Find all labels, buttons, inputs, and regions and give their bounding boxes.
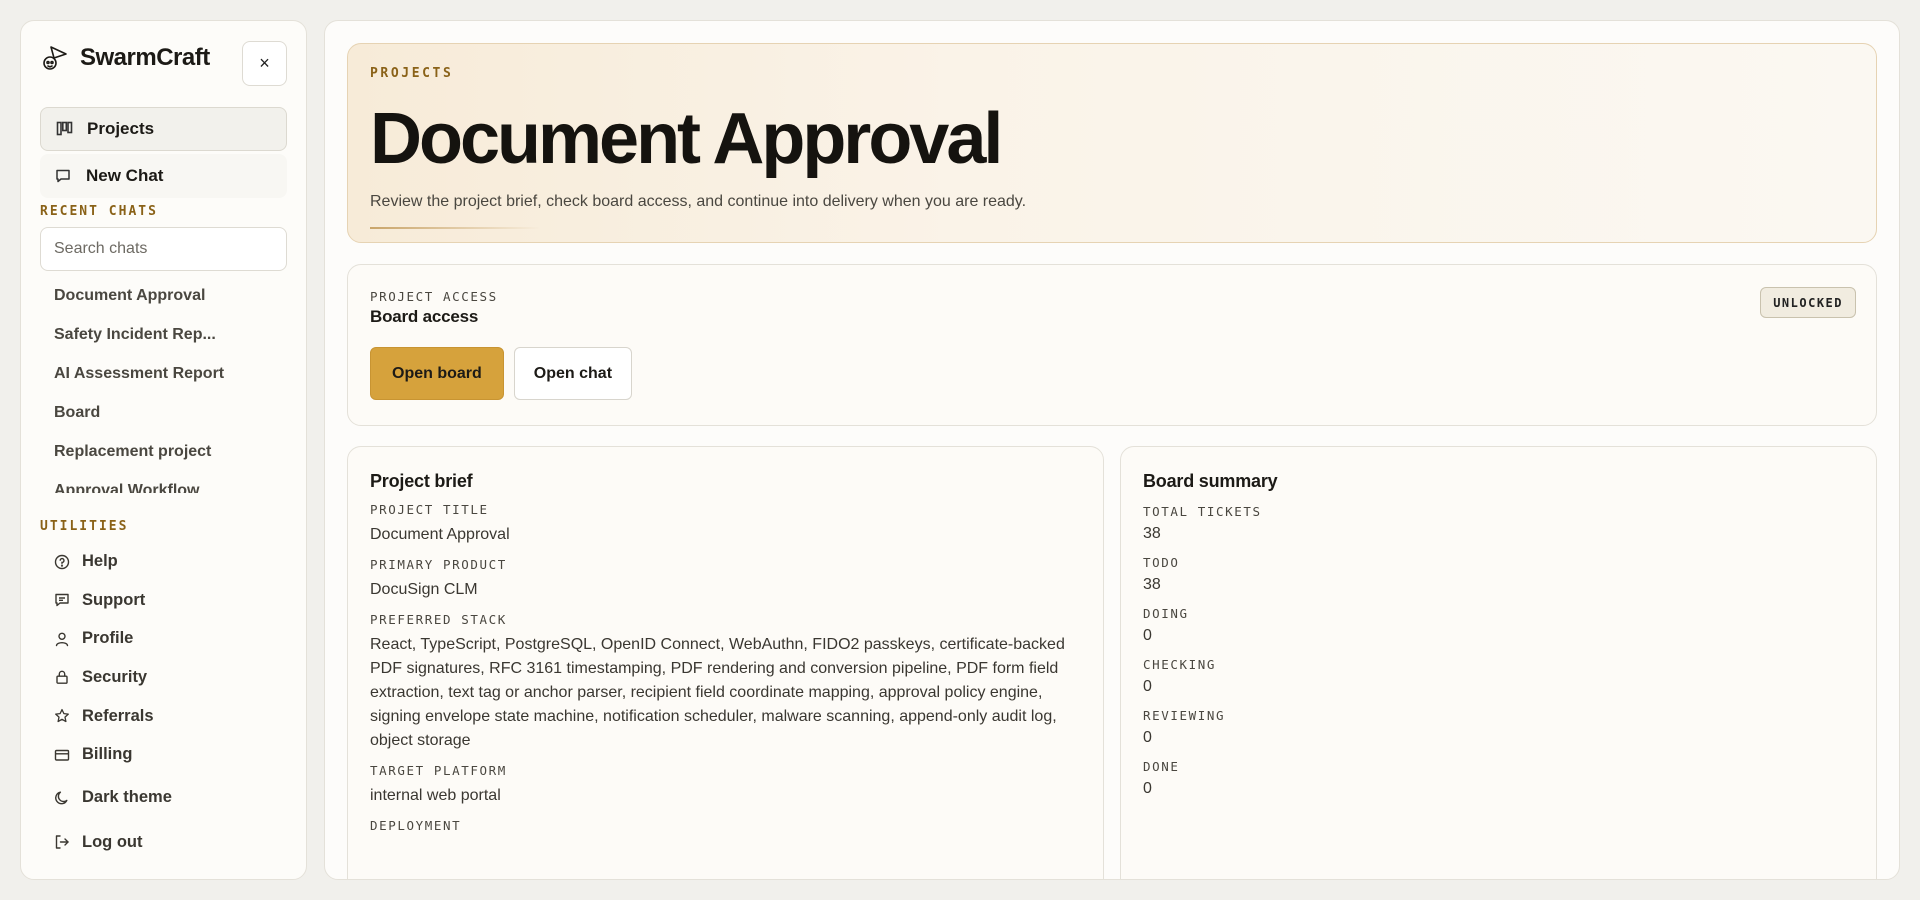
sidebar-item-label: Referrals: [82, 706, 154, 725]
open-chat-button[interactable]: Open chat: [513, 347, 633, 400]
message-square-icon: [54, 592, 70, 608]
stat-label: CHECKING: [1143, 657, 1217, 672]
chat-item[interactable]: Board: [40, 394, 287, 433]
project-access-label: PROJECT ACCESS: [370, 289, 498, 304]
star-icon: [54, 708, 70, 724]
brand[interactable]: SwarmCraft: [40, 43, 210, 73]
board-access-title: Board access: [370, 307, 479, 326]
moon-icon: [54, 790, 70, 806]
hero-divider: [370, 227, 540, 229]
nav-projects-label: Projects: [87, 118, 155, 138]
logout-icon: [54, 834, 70, 850]
chat-item[interactable]: Safety Incident Rep...: [40, 316, 287, 355]
field-label: DEPLOYMENT: [370, 818, 462, 833]
credit-card-icon: [54, 747, 70, 763]
board-summary-title: Board summary: [1143, 471, 1278, 491]
brand-row: SwarmCraft ×: [40, 39, 287, 107]
chat-item[interactable]: Approval Workflow: [40, 472, 287, 493]
logout-button[interactable]: Log out: [40, 822, 287, 864]
utilities-label: UTILITIES: [40, 519, 129, 535]
logout-label: Log out: [82, 832, 143, 851]
sidebar-item-label: Billing: [82, 745, 133, 764]
sidebar-item-support[interactable]: Support: [40, 581, 287, 620]
recent-chats-list: Document Approval Safety Incident Rep...…: [40, 277, 287, 493]
breadcrumb: PROJECTS: [370, 66, 454, 81]
page-title: Document Approval: [370, 99, 1003, 179]
stat-label: REVIEWING: [1143, 708, 1226, 723]
stat-value: 38: [1143, 576, 1161, 593]
help-circle-icon: [54, 554, 70, 570]
field-label: TARGET PLATFORM: [370, 763, 507, 778]
lock-icon: [54, 669, 70, 685]
sidebar-item-referrals[interactable]: Referrals: [40, 697, 287, 736]
stat-value: 0: [1143, 627, 1152, 644]
access-actions: Open board Open chat: [370, 347, 1854, 400]
status-badge: UNLOCKED: [1760, 287, 1856, 318]
search-chats-input[interactable]: [40, 227, 287, 271]
dark-theme-label: Dark theme: [82, 788, 172, 807]
kanban-icon: [55, 120, 73, 138]
nav-new-chat[interactable]: New Chat: [40, 154, 287, 199]
user-icon: [54, 631, 70, 647]
field-label: PROJECT TITLE: [370, 502, 489, 517]
field-label: PRIMARY PRODUCT: [370, 557, 507, 572]
field-value: Document Approval: [370, 526, 510, 543]
project-access-card: PROJECT ACCESS Board access Open board O…: [347, 264, 1877, 426]
nav-new-chat-label: New Chat: [86, 166, 164, 186]
project-brief-card: Project brief PROJECT TITLE Document App…: [347, 446, 1104, 879]
stat-value: 38: [1143, 525, 1161, 542]
swarmcraft-logo-icon: [40, 43, 70, 73]
field-value: internal web portal: [370, 787, 501, 804]
sidebar-item-label: Help: [82, 552, 118, 571]
chat-icon: [54, 167, 72, 185]
stat-value: 0: [1143, 678, 1152, 695]
stat-label: DONE: [1143, 759, 1180, 774]
close-sidebar-button[interactable]: ×: [242, 41, 287, 86]
board-summary-card: Board summary TOTAL TICKETS 38 TODO 38 D…: [1120, 446, 1877, 879]
page-subtitle: Review the project brief, check board ac…: [370, 193, 1027, 210]
sidebar-item-profile[interactable]: Profile: [40, 620, 287, 659]
sidebar-item-help[interactable]: Help: [40, 542, 287, 581]
sidebar-item-security[interactable]: Security: [40, 658, 287, 697]
recent-chats-label: RECENT CHATS: [40, 204, 158, 220]
chat-item[interactable]: Document Approval: [40, 277, 287, 316]
stat-value: 0: [1143, 729, 1152, 746]
field-label: PREFERRED STACK: [370, 612, 507, 627]
chat-item[interactable]: AI Assessment Report: [40, 355, 287, 394]
sidebar-item-label: Security: [82, 667, 148, 686]
stat-label: TODO: [1143, 555, 1180, 570]
dark-theme-toggle[interactable]: Dark theme: [40, 777, 287, 819]
field-value: DocuSign CLM: [370, 581, 478, 598]
sidebar-item-label: Profile: [82, 629, 134, 648]
sidebar-item-billing[interactable]: Billing: [40, 735, 287, 774]
hero-banner: PROJECTS Document Approval Review the pr…: [347, 43, 1877, 243]
close-icon: ×: [259, 53, 270, 73]
field-value: React, TypeScript, PostgreSQL, OpenID Co…: [370, 636, 1065, 749]
open-board-button[interactable]: Open board: [370, 347, 504, 400]
chat-item[interactable]: Replacement project: [40, 433, 287, 472]
nav-projects[interactable]: Projects: [40, 106, 287, 152]
main-panel: PROJECTS Document Approval Review the pr…: [324, 20, 1900, 880]
stat-label: TOTAL TICKETS: [1143, 504, 1262, 519]
stat-value: 0: [1143, 780, 1152, 797]
app-name: SwarmCraft: [80, 44, 210, 71]
sidebar: SwarmCraft × Projects New Chat RECENT CH…: [20, 20, 307, 880]
sidebar-item-label: Support: [82, 590, 146, 609]
project-brief-title: Project brief: [370, 471, 473, 491]
stat-label: DOING: [1143, 606, 1189, 621]
